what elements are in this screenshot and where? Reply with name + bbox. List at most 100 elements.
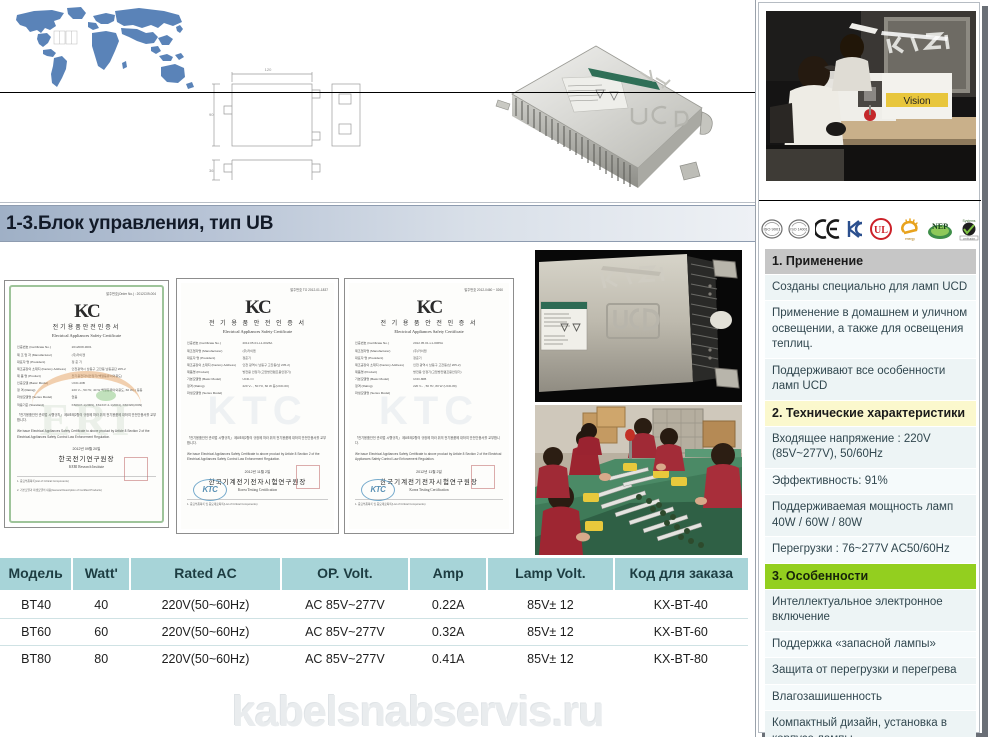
cell-model: BT40	[0, 590, 73, 619]
nep-mark-badge-icon: NEP	[927, 222, 952, 239]
feature-item: Входящее напряжение : 220V (85V~277V), 5…	[765, 426, 976, 469]
cell-order-code: KX-BT-80	[613, 645, 748, 672]
certificate-field-key: 파생모델명 (Series Model)	[17, 395, 53, 400]
left-content-column: 120 90 36 1-3.Блок управления, тип UB ER…	[0, 0, 755, 737]
certificate-field-key: 인증번호 (Certificate No.)	[187, 341, 221, 346]
certificate-seal-icon	[296, 465, 320, 489]
column-header-watt: Watt'	[72, 558, 132, 592]
svg-text:UL: UL	[874, 225, 888, 236]
certificate-field-key: 제품명 (Product)	[355, 369, 378, 374]
column-header-amp: Amp	[409, 558, 489, 592]
feature-item: Влагозашишенность	[765, 684, 976, 712]
top-divider	[0, 92, 755, 93]
certificate-field-key: 정 격 (Rating)	[17, 388, 36, 393]
feature-section-heading-specs: 2. Технические характеристики	[765, 400, 976, 427]
svg-text:36: 36	[209, 168, 214, 173]
certificate-field-key: 정격 (Rating)	[187, 384, 205, 389]
laboratory-inspection-photo: Vision	[766, 11, 976, 181]
certificate-order-number: 발주번호(Order No.) : 2012C09-004	[106, 292, 156, 296]
certificate-paragraph-english: We issue Electrical Appliances Safety Ce…	[17, 429, 150, 439]
cell-op-volt: AC 85V~277V	[280, 618, 410, 646]
certification-badges-row: ISO 9001 ISO 14001 UL energy NEP Systems…	[759, 211, 981, 247]
certificate-field-value: 없음	[71, 395, 78, 400]
vision-label: Vision	[903, 96, 930, 107]
ul-mark-badge-icon: UL	[869, 218, 892, 240]
cell-rated-ac: 220V(50~60Hz)	[130, 590, 281, 619]
certificate-field-key: 대표자 명 (President)	[355, 355, 384, 360]
certificate-field-key: 인증모델 (Basic Model)	[17, 381, 49, 386]
feature-item: Созданы специально для ламп UCD	[765, 274, 976, 302]
world-map-graphic	[16, 7, 194, 89]
systems-mark-badge-icon: Systems certification	[959, 219, 978, 240]
certificate-field-value: (주)카이젠	[242, 348, 256, 353]
svg-text:Systems: Systems	[962, 219, 975, 223]
svg-text:certification: certification	[962, 237, 975, 240]
certificate-title-english: Electrical Appliances Safety Certificate	[394, 328, 464, 334]
certificate-paragraph-korean: 「전기용품안전 관리법 시행규칙」 제8조제2항의 규정에 따라 위의 전기용품…	[187, 436, 327, 446]
certificate-field-value: 인천 광역시 남동구 고잔동(남 205-2)	[242, 362, 291, 367]
certificate-order-number: 발주번호 2012-0460 ~ 0260	[464, 288, 503, 292]
secondary-divider	[0, 202, 755, 203]
certificates-and-photos-row: ERI 발주번호(Order No.) : 2012C09-004 KC 전기용…	[0, 250, 755, 558]
factory-assembly-line-photo	[535, 405, 742, 555]
certificate-field-key: 적용기준 (Standard)	[17, 402, 44, 407]
certificate-body: ERI 발주번호(Order No.) : 2012C09-004 KC 전기용…	[9, 285, 164, 523]
feature-item: Поддерживаемая мощность ламп 40W / 60W /…	[765, 495, 976, 538]
feature-list: 1. Применение Созданы специально для лам…	[765, 249, 976, 737]
cell-rated-ac: 220V(50~60Hz)	[130, 618, 281, 646]
specification-table: Модель Watt' Rated AC OP. Volt. Amp Lamp…	[0, 558, 748, 672]
feature-item: Перегрузки : 76~277V AC50/60Hz	[765, 537, 976, 564]
svg-text:energy: energy	[905, 237, 915, 241]
certificate-seal-icon	[124, 457, 148, 481]
kc-mark-icon: KC	[245, 296, 272, 318]
certificate-field-value: 정 준 기	[71, 359, 82, 364]
cell-op-volt: AC 85V~277V	[280, 590, 410, 619]
certificate-field-value: (주)카이젠	[71, 352, 86, 357]
certificate-footnote: 2. 기본모델과 파생모델의 내용(General Description of…	[17, 488, 102, 492]
table-row: BT40 40 220V(50~60Hz) AC 85V~277V 0.22A …	[0, 590, 748, 619]
right-sidebar-column: Vision ISO 9001 ISO 14001 UL energy NEP …	[755, 0, 989, 737]
certificate-field-key: 제 품 명 (Product)	[17, 373, 41, 378]
certificate-field-key: 인증번호 (Certificate No.)	[17, 345, 51, 350]
certificate-field-value: 인천 광역시 남동구 고잔동(남 205-2)	[413, 362, 461, 367]
page-title: 1-3.Блок управления, тип UB	[6, 212, 274, 234]
certificate-body: KTC 발주번호 2012-0460 ~ 0260 KC 전 기 용 품 안 전…	[349, 283, 509, 529]
technical-dimension-drawing: 120 90 36	[209, 67, 361, 181]
certificate-field-key: 기본모델명 (Basic Model)	[187, 377, 222, 382]
certificate-field-key: 인증번호 (Certificate No.)	[355, 341, 389, 346]
right-sidebar-panel: Vision ISO 9001 ISO 14001 UL energy NEP …	[758, 2, 981, 737]
cell-model: BT80	[0, 645, 73, 672]
product-catalog-page: 120 90 36 1-3.Блок управления, тип UB ER…	[0, 0, 989, 737]
certificate-date: 2012년 09월 20일	[72, 446, 101, 451]
feature-item: Интеллектуальное электронное включение	[765, 589, 976, 632]
certificate-title-korean: 전기용품안전인증서	[52, 324, 121, 331]
product-hero-photo	[470, 16, 722, 198]
cell-order-code: KX-BT-40	[613, 590, 748, 619]
certificate-field-value: 220 V~, 50 Hz, 40 W 백열등류이외용도, 60 W(-) 등등	[71, 388, 143, 393]
feature-item: Поддерживают все особенности ламп UCD	[765, 358, 976, 401]
feature-section-heading-application: 1. Применение	[765, 249, 976, 275]
certificate-field-value: UCD-80B	[413, 377, 427, 382]
certificate-paragraph-english: We issue Electrical Appliances Safety Ce…	[187, 452, 320, 462]
svg-text:ISO 14001: ISO 14001	[790, 228, 807, 232]
certificate-field-key: 제조공장의 소재지 (Factory Address)	[17, 366, 66, 371]
column-header-op-volt: OP. Volt.	[280, 558, 411, 592]
certificate-card[interactable]: ERI 발주번호(Order No.) : 2012C09-004 KC 전기용…	[4, 280, 169, 528]
certificate-field-key: 대표자 명 (President)	[187, 355, 216, 360]
certificate-paragraph-english: We issue Electrical Appliances Safety Ce…	[355, 452, 502, 462]
panel-shadow-right	[982, 6, 988, 735]
certificate-card[interactable]: KTC 발주번호 2012-0460 ~ 0260 KC 전 기 용 품 안 전…	[344, 278, 514, 534]
column-header-order-code: Код для заказа	[613, 558, 748, 592]
cell-lamp-volt: 85V± 12	[487, 590, 614, 619]
cell-lamp-volt: 85V± 12	[487, 618, 614, 646]
column-header-rated-ac: Rated AC	[130, 558, 282, 592]
table-header-row: Модель Watt' Rated AC OP. Volt. Amp Lamp…	[0, 558, 748, 592]
cell-watt: 60	[72, 618, 131, 646]
certificate-field-value: 전기용전자식안정기(백열등류이외용도)	[71, 373, 123, 378]
certificate-field-value: 2012008-9001	[71, 345, 92, 350]
certificate-card[interactable]: KTC 발주번호 TO 2012-01-1837 KC 전 기 용 품 안 전 …	[176, 278, 339, 534]
cell-rated-ac: 220V(50~60Hz)	[130, 645, 281, 672]
ucd-ballast-closeup-photo	[535, 250, 742, 402]
certificate-paragraph-korean: 「전기용품안전 관리법 시행규칙」 제8조제2항의 규정에 따라 위의 전기용품…	[355, 436, 500, 446]
cell-watt: 80	[72, 645, 131, 672]
